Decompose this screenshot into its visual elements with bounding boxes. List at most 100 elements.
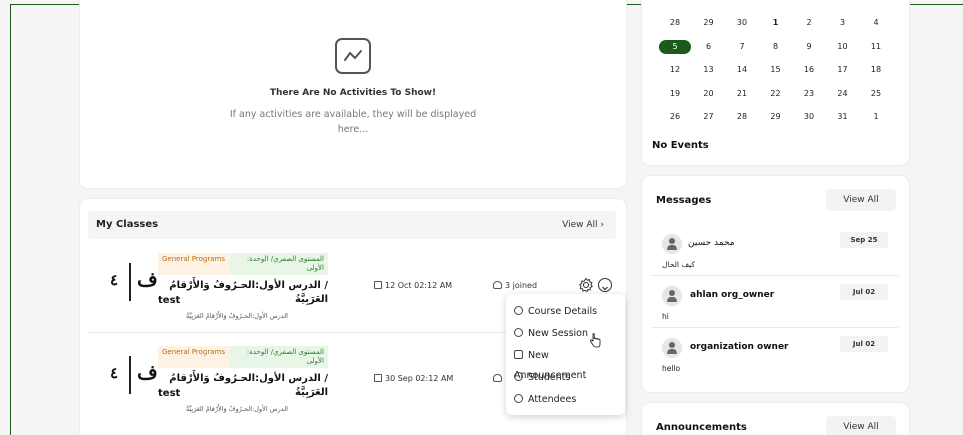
people-icon [493, 281, 502, 289]
menu-new-announcement[interactable]: New Announcement [514, 346, 622, 381]
announcement-icon [514, 350, 523, 359]
calendar-day[interactable]: 26 [659, 110, 691, 124]
users-icon [514, 394, 523, 403]
empty-subtitle: If any activities are available, they wi… [229, 109, 477, 135]
category-tag: General Programs [158, 253, 230, 275]
message-preview: hello [662, 364, 681, 373]
calendar-day[interactable]: 5 [659, 39, 691, 54]
calendar-day[interactable]: 29 [693, 16, 725, 30]
calendar-day[interactable]: 23 [793, 87, 825, 101]
messages-view-all-button[interactable]: View All [826, 189, 896, 211]
activity-chart-icon [335, 38, 371, 74]
calendar-day[interactable]: 21 [726, 87, 758, 101]
class-subtitle: الدرس الأول:الحـرُوفُ وَالأَرْقامُ العَر… [185, 312, 288, 320]
calendar-day[interactable]: 2 [793, 16, 825, 30]
message-item[interactable]: ahlan org_owner Jul 02 hi [652, 280, 898, 328]
messages-card: Messages View All محمد حسين Sep 25 كيف ا… [642, 176, 909, 392]
class-logo: ٤ ف [110, 354, 158, 398]
calendar-day[interactable]: 11 [860, 40, 892, 54]
plus-circle-icon [514, 328, 523, 337]
joined-count [493, 374, 505, 383]
announcements-card: Announcements View All [642, 403, 909, 435]
unit-tag: المستوى الصفري/ الوحدة: الأولى [230, 253, 328, 275]
calendar-day[interactable]: 14 [726, 63, 758, 77]
class-subtitle: الدرس الأول:الحـرُوفُ وَالأَرْقامُ العَر… [185, 405, 288, 413]
avatar [662, 234, 682, 254]
calendar-card: No Events 28 29 30 1 2 3 4 5 6 7 8 9 10 11 12 13 14 15 16 1… [642, 0, 909, 165]
messages-title: Messages [656, 195, 712, 206]
message-sender: محمد حسين [688, 238, 735, 248]
class-title-en[interactable]: test [158, 295, 180, 306]
calendar-day[interactable]: 1 [760, 16, 792, 30]
calendar-day[interactable]: 12 [659, 63, 691, 77]
no-events-label: No Events [652, 140, 709, 151]
avatar [662, 286, 682, 306]
message-date: Jul 02 [840, 336, 888, 352]
category-tag: General Programs [158, 346, 230, 368]
calendar-day[interactable]: 19 [659, 87, 691, 101]
settings-gear-icon[interactable] [578, 277, 594, 293]
class-date: 12 Oct 02:12 AM [374, 281, 452, 290]
chevron-right-icon: › [600, 220, 604, 230]
users-icon [514, 372, 523, 381]
class-title-en[interactable]: test [158, 388, 180, 399]
calendar-day[interactable]: 29 [760, 110, 792, 124]
message-sender: organization owner [690, 342, 789, 352]
calendar-day[interactable]: 30 [793, 110, 825, 124]
classes-view-all-button[interactable]: View All › [562, 220, 604, 230]
people-icon [493, 374, 502, 382]
announcements-title: Announcements [656, 422, 747, 433]
class-title[interactable]: / الدرس الأول:الحـرُوفُ وَالأَرْقامُ الع… [158, 372, 328, 400]
joined-count: 3 joined [493, 281, 537, 290]
calendar-day[interactable]: 7 [726, 40, 758, 54]
calendar-day[interactable]: 28 [659, 16, 691, 30]
calendar-day[interactable]: 16 [793, 63, 825, 77]
unit-tag: المستوى الصفري/ الوحدة: الأولى [230, 346, 328, 368]
message-date: Jul 02 [840, 284, 888, 300]
calendar-day[interactable]: 27 [693, 110, 725, 124]
calendar-day[interactable]: 3 [827, 16, 859, 30]
info-icon [514, 306, 523, 315]
avatar [662, 338, 682, 358]
calendar-day[interactable]: 30 [726, 16, 758, 30]
chevron-down-icon[interactable] [598, 278, 612, 292]
message-sender: ahlan org_owner [690, 290, 775, 300]
class-title[interactable]: / الدرس الأول:الحـرُوفُ وَالأَرْقامُ الع… [158, 279, 328, 307]
classes-title: My Classes [96, 219, 159, 230]
calendar-day[interactable]: 17 [827, 63, 859, 77]
class-date: 30 Sep 02:12 AM [374, 374, 453, 383]
hand-cursor-icon [589, 333, 601, 348]
calendar-icon [374, 374, 382, 382]
calendar-day[interactable]: 13 [693, 63, 725, 77]
calendar-day[interactable]: 22 [760, 87, 792, 101]
calendar-day[interactable]: 25 [860, 87, 892, 101]
message-item[interactable]: organization owner Jul 02 hello [652, 332, 898, 380]
classes-header: My Classes View All › [88, 211, 616, 239]
class-logo: ٤ ف [110, 261, 158, 305]
activities-card: There Are No Activities To Show! If any … [80, 0, 626, 188]
empty-title: There Are No Activities To Show! [269, 88, 437, 98]
message-preview: كيف الحال [662, 260, 695, 269]
menu-course-details[interactable]: Course Details [514, 302, 622, 322]
calendar-day[interactable]: 31 [827, 110, 859, 124]
calendar-day[interactable]: 20 [693, 87, 725, 101]
menu-new-session[interactable]: New Session [514, 324, 622, 344]
message-item[interactable]: محمد حسين Sep 25 كيف الحال [652, 228, 898, 276]
calendar-day[interactable]: 4 [860, 16, 892, 30]
announcements-view-all-button[interactable]: View All [826, 416, 896, 435]
class-actions-menu: Course Details New Session New Announcem… [506, 294, 625, 415]
calendar-day[interactable]: 6 [693, 40, 725, 54]
menu-students[interactable]: Students [514, 368, 622, 388]
calendar-day[interactable]: 8 [760, 40, 792, 54]
calendar-day[interactable]: 24 [827, 87, 859, 101]
calendar-day[interactable]: 9 [793, 40, 825, 54]
calendar-icon [374, 281, 382, 289]
calendar-day[interactable]: 10 [827, 40, 859, 54]
calendar-day[interactable]: 1 [860, 110, 892, 124]
menu-attendees[interactable]: Attendees [514, 390, 622, 410]
calendar-day[interactable]: 28 [726, 110, 758, 124]
message-date: Sep 25 [840, 232, 888, 248]
calendar-day[interactable]: 18 [860, 63, 892, 77]
message-preview: hi [662, 312, 669, 321]
calendar-day[interactable]: 15 [760, 63, 792, 77]
